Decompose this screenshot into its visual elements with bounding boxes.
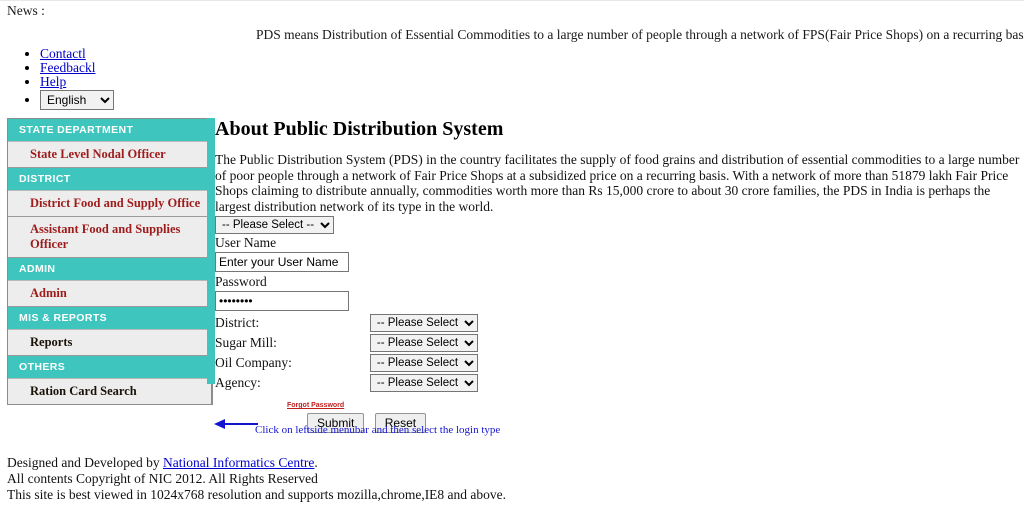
login-type-select[interactable]: -- Please Select -- bbox=[215, 216, 334, 234]
forgot-password-wrap: Forgot Password bbox=[215, 395, 1020, 411]
hint-annotation: Click on leftside menubar and then selec… bbox=[0, 414, 1024, 438]
oil-company-cell: -- Please Select -- bbox=[369, 354, 478, 374]
sidebar-heading-others: OTHERS bbox=[8, 356, 211, 379]
sidebar-item-ration-card-search[interactable]: Ration Card Search bbox=[8, 379, 211, 404]
contact-link[interactable]: Contactl bbox=[40, 46, 86, 61]
agency-select[interactable]: -- Please Select -- bbox=[369, 374, 478, 392]
sidebar-item-admin[interactable]: Admin bbox=[8, 281, 211, 307]
district-cell: -- Please Select -- bbox=[369, 314, 478, 334]
footer-credit-prefix: Designed and Developed by bbox=[7, 455, 163, 470]
sidebar-item-district-food-and-supply-office[interactable]: District Food and Supply Office bbox=[8, 191, 211, 217]
list-item: Contactl bbox=[40, 47, 1024, 61]
list-item: English bbox=[40, 90, 1024, 110]
footer-browser-note: This site is best viewed in 1024x768 res… bbox=[7, 487, 507, 502]
table-row: Oil Company: -- Please Select -- bbox=[215, 354, 478, 374]
feedback-link[interactable]: Feedbackl bbox=[40, 60, 95, 75]
forgot-password-link[interactable]: Forgot Password bbox=[287, 402, 344, 409]
language-select[interactable]: English bbox=[40, 90, 114, 110]
main-layout: STATE DEPARTMENT State Level Nodal Offic… bbox=[0, 118, 1024, 436]
dependency-select-table: District: -- Please Select -- Sugar Mill… bbox=[215, 314, 478, 394]
username-label: User Name bbox=[215, 235, 277, 250]
agency-label: Agency: bbox=[215, 375, 261, 390]
footer-copyright: All contents Copyright of NIC 2012. All … bbox=[7, 471, 318, 486]
agency-cell: -- Please Select -- bbox=[369, 374, 478, 394]
table-row: Sugar Mill: -- Please Select -- bbox=[215, 334, 478, 354]
sugar-mill-cell: -- Please Select -- bbox=[369, 334, 478, 354]
footer: Designed and Developed by National Infor… bbox=[7, 455, 506, 503]
list-item: Feedbackl bbox=[40, 61, 1024, 75]
sidebar-item-assistant-food-and-supplies-officer[interactable]: Assistant Food and Supplies Officer bbox=[8, 217, 211, 258]
sidebar-item-state-level-nodal-officer[interactable]: State Level Nodal Officer bbox=[8, 142, 211, 168]
news-bar: News : PDS means Distribution of Essenti… bbox=[0, 1, 1024, 47]
sidebar-heading-state-department: STATE DEPARTMENT bbox=[8, 119, 211, 142]
sidebar-menu: STATE DEPARTMENT State Level Nodal Offic… bbox=[7, 118, 213, 405]
district-label: District: bbox=[215, 315, 260, 330]
footer-line-1: Designed and Developed by National Infor… bbox=[7, 455, 506, 471]
footer-credit-suffix: . bbox=[314, 455, 318, 470]
utility-link-list: Contactl Feedbackl Help English bbox=[0, 47, 1024, 110]
news-label: News : bbox=[7, 3, 45, 18]
sidebar-heading-admin: ADMIN bbox=[8, 258, 211, 281]
help-link[interactable]: Help bbox=[40, 74, 66, 89]
sidebar-item-reports[interactable]: Reports bbox=[8, 330, 211, 356]
nic-link[interactable]: National Informatics Centre bbox=[163, 455, 314, 470]
sidebar-heading-district: DISTRICT bbox=[8, 168, 211, 191]
teal-accent-strip bbox=[207, 118, 215, 384]
password-label: Password bbox=[215, 274, 267, 289]
table-row: District: -- Please Select -- bbox=[215, 314, 478, 334]
intro-paragraph: The Public Distribution System (PDS) in … bbox=[215, 152, 1020, 214]
username-input[interactable] bbox=[215, 252, 349, 272]
oil-company-label: Oil Company: bbox=[215, 355, 292, 370]
district-select[interactable]: -- Please Select -- bbox=[369, 314, 478, 332]
sidebar-heading-mis-and-reports: MIS & REPORTS bbox=[8, 307, 211, 330]
left-arrow-icon bbox=[214, 419, 258, 429]
sugar-mill-select[interactable]: -- Please Select -- bbox=[369, 334, 478, 352]
hint-text: Click on leftside menubar and then selec… bbox=[255, 424, 501, 436]
table-row: Agency: -- Please Select -- bbox=[215, 374, 478, 394]
oil-company-select[interactable]: -- Please Select -- bbox=[369, 354, 478, 372]
content-panel: About Public Distribution System The Pub… bbox=[215, 118, 1024, 433]
login-form: -- Please Select -- User Name Password D… bbox=[215, 216, 1020, 433]
sugar-mill-label: Sugar Mill: bbox=[215, 335, 277, 350]
list-item: Help bbox=[40, 75, 1024, 89]
page-title: About Public Distribution System bbox=[215, 118, 504, 140]
news-marquee-text: PDS means Distribution of Essential Comm… bbox=[256, 27, 1024, 42]
password-input[interactable] bbox=[215, 291, 349, 311]
